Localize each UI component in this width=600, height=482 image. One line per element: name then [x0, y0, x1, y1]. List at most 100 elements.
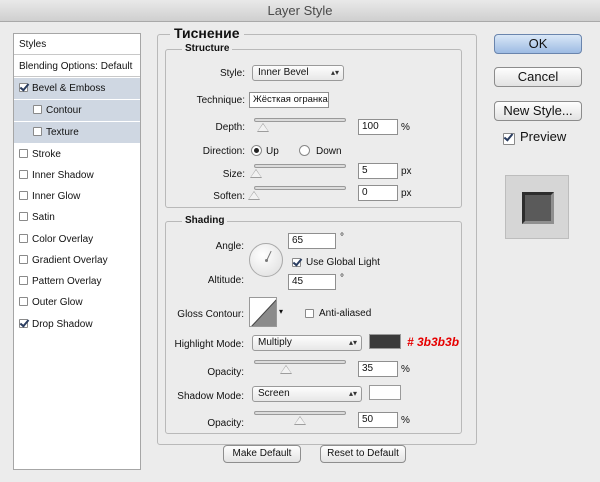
outer-glow-checkbox[interactable]: [19, 297, 28, 306]
preview-checkbox[interactable]: [503, 133, 515, 145]
style-select[interactable]: Inner Bevel ▴▾: [252, 65, 344, 81]
preview-thumbnail: [522, 192, 554, 224]
technique-field[interactable]: Жёсткая огранка: [249, 92, 329, 108]
style-select-value: Inner Bevel: [258, 67, 309, 78]
size-slider-track[interactable]: [254, 164, 346, 168]
style-item-gradient-overlay[interactable]: Gradient Overlay: [14, 250, 140, 271]
pattern-overlay-checkbox[interactable]: [19, 276, 28, 285]
style-item-bevel-emboss[interactable]: Bevel & Emboss: [14, 78, 140, 99]
angle-dial[interactable]: [249, 243, 283, 277]
altitude-unit: °: [340, 273, 344, 284]
shadow-mode-value: Screen: [258, 388, 290, 399]
contour-checkbox[interactable]: [33, 105, 42, 114]
ok-button[interactable]: OK: [494, 34, 582, 54]
soften-label: Soften:: [213, 191, 245, 202]
style-item-stroke[interactable]: Stroke: [14, 144, 140, 165]
angle-unit: °: [340, 232, 344, 243]
size-slider-thumb[interactable]: [249, 169, 262, 178]
bevel-emboss-checkbox[interactable]: [19, 83, 28, 92]
style-preview: [505, 175, 569, 239]
style-item-satin[interactable]: Satin: [14, 207, 140, 228]
shadow-opacity-unit: %: [401, 415, 410, 426]
use-global-light-checkbox[interactable]: [292, 258, 301, 267]
color-annotation: # 3b3b3b: [407, 335, 460, 349]
style-item-drop-shadow[interactable]: Drop Shadow: [14, 314, 140, 335]
style-item-color-overlay[interactable]: Color Overlay: [14, 229, 140, 250]
technique-label: Technique:: [196, 95, 245, 106]
styles-list: Styles Blending Options: Default Bevel &…: [13, 33, 141, 470]
style-item-contour[interactable]: Contour: [14, 100, 140, 121]
style-item-label: Inner Shadow: [32, 170, 94, 181]
styles-header[interactable]: Styles: [14, 34, 140, 55]
style-item-label: Contour: [46, 105, 82, 116]
shadow-opacity-track[interactable]: [254, 411, 346, 415]
style-item-pattern-overlay[interactable]: Pattern Overlay: [14, 271, 140, 292]
styles-header-label: Styles: [19, 39, 47, 50]
depth-field[interactable]: 100: [358, 119, 398, 135]
depth-slider-thumb[interactable]: [257, 123, 270, 132]
highlight-mode-select[interactable]: Multiply ▴▾: [252, 335, 362, 351]
drop-shadow-checkbox[interactable]: [19, 319, 28, 328]
style-item-texture[interactable]: Texture: [14, 122, 140, 143]
highlight-mode-label: Highlight Mode:: [174, 339, 244, 350]
anti-aliased-checkbox[interactable]: [305, 309, 314, 318]
soften-slider-track[interactable]: [254, 186, 346, 190]
style-item-inner-shadow[interactable]: Inner Shadow: [14, 165, 140, 186]
style-item-outer-glow[interactable]: Outer Glow: [14, 292, 140, 313]
size-field[interactable]: 5: [358, 163, 398, 179]
style-item-inner-glow[interactable]: Inner Glow: [14, 186, 140, 207]
soften-field[interactable]: 0: [358, 185, 398, 201]
highlight-opacity-track[interactable]: [254, 360, 346, 364]
altitude-field[interactable]: 45: [288, 274, 336, 290]
shadow-opacity-thumb[interactable]: [294, 416, 306, 425]
depth-label: Depth:: [215, 122, 245, 133]
style-item-label: Satin: [32, 212, 55, 223]
select-arrows-icon: ▴▾: [348, 389, 357, 398]
window-title: Layer Style: [0, 0, 600, 22]
texture-checkbox[interactable]: [33, 127, 42, 136]
direction-down-label: Down: [316, 146, 342, 157]
highlight-opacity-thumb[interactable]: [280, 365, 293, 374]
select-arrows-icon: ▴▾: [330, 68, 339, 77]
blending-options-item[interactable]: Blending Options: Default: [14, 56, 140, 77]
direction-down-radio[interactable]: [299, 145, 310, 156]
direction-up-radio[interactable]: [251, 145, 262, 156]
gloss-contour-picker[interactable]: [249, 297, 277, 327]
altitude-label: Altitude:: [207, 275, 244, 286]
highlight-color-swatch[interactable]: [369, 334, 401, 349]
highlight-opacity-label: Opacity:: [207, 367, 244, 378]
style-item-label: Inner Glow: [32, 191, 81, 202]
depth-slider-track[interactable]: [254, 118, 346, 122]
direction-up-label: Up: [266, 146, 279, 157]
dial-center-icon: [265, 259, 268, 262]
contour-dropdown-icon[interactable]: ▾: [279, 307, 283, 316]
shading-group: [165, 221, 462, 434]
gradient-overlay-checkbox[interactable]: [19, 255, 28, 264]
layer-style-dialog: Styles Blending Options: Default Bevel &…: [0, 22, 600, 482]
cancel-button[interactable]: Cancel: [494, 67, 582, 87]
shadow-color-swatch[interactable]: [369, 385, 401, 400]
direction-label: Direction:: [202, 146, 245, 157]
style-item-label: Color Overlay: [32, 234, 94, 245]
soften-slider-thumb[interactable]: [248, 191, 260, 200]
stroke-checkbox[interactable]: [19, 149, 28, 158]
style-item-label: Stroke: [32, 149, 61, 160]
style-item-label: Bevel & Emboss: [32, 83, 106, 94]
gloss-contour-label: Gloss Contour:: [177, 309, 244, 320]
style-item-label: Texture: [46, 127, 79, 138]
new-style-button[interactable]: New Style...: [494, 101, 582, 121]
shadow-opacity-field[interactable]: 50: [358, 412, 398, 428]
use-global-light-label: Use Global Light: [306, 257, 380, 268]
style-label: Style:: [219, 68, 245, 79]
angle-field[interactable]: 65: [288, 233, 336, 249]
highlight-opacity-field[interactable]: 35: [358, 361, 398, 377]
inner-glow-checkbox[interactable]: [19, 191, 28, 200]
satin-checkbox[interactable]: [19, 212, 28, 221]
inner-shadow-checkbox[interactable]: [19, 170, 28, 179]
size-unit: px: [401, 166, 412, 177]
select-arrows-icon: ▴▾: [348, 338, 357, 347]
make-default-button[interactable]: Make Default: [223, 445, 301, 463]
color-overlay-checkbox[interactable]: [19, 234, 28, 243]
shadow-mode-select[interactable]: Screen ▴▾: [252, 386, 362, 402]
reset-to-default-button[interactable]: Reset to Default: [320, 445, 406, 463]
